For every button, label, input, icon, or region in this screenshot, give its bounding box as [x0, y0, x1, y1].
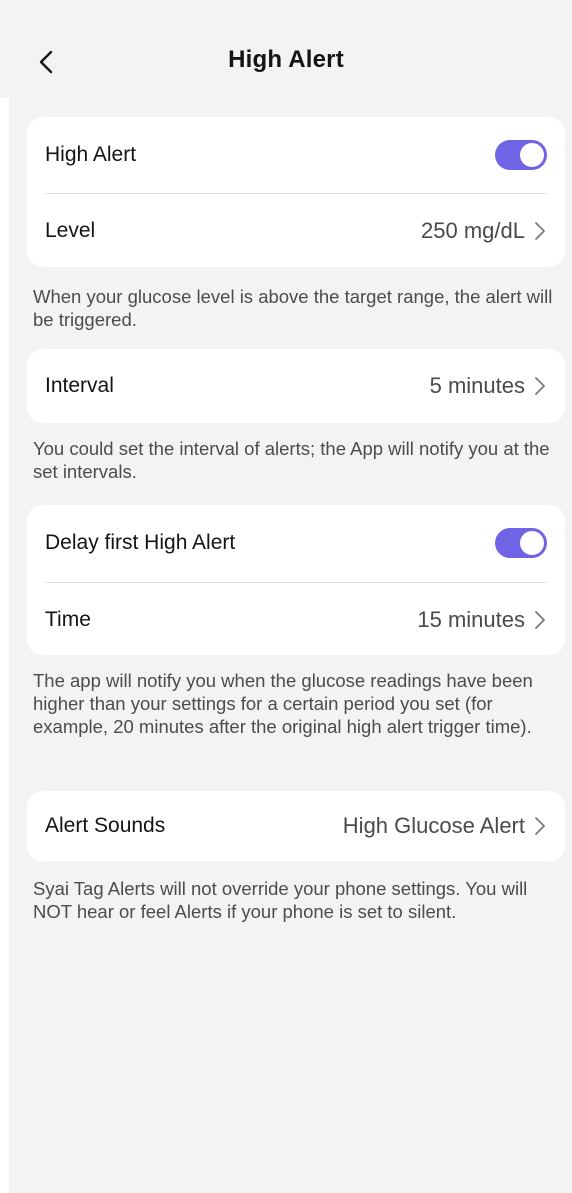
delay-toggle[interactable] [495, 528, 547, 558]
chevron-right-icon [533, 815, 547, 837]
interval-value: 5 minutes [429, 373, 525, 398]
interval-note: You could set the interval of alerts; th… [33, 438, 550, 482]
level-row[interactable]: Level 250 mg/dL [27, 193, 565, 269]
sounds-value: High Glucose Alert [342, 813, 525, 838]
header: High Alert [0, 0, 572, 98]
chevron-right-icon [533, 375, 547, 397]
level-label: Level [45, 219, 96, 242]
time-label: Time [45, 608, 91, 631]
interval-label: Interval [45, 374, 114, 397]
chevron-right-icon [533, 609, 547, 631]
delay-label: Delay first High Alert [45, 531, 236, 554]
page-title: High Alert [228, 46, 344, 73]
high-alert-note: When your glucose level is above the tar… [33, 286, 553, 330]
toggle-knob [520, 143, 544, 167]
toggle-knob [520, 531, 544, 555]
high-alert-label: High Alert [45, 143, 137, 166]
sounds-value-group: High Glucose Alert [343, 813, 547, 839]
time-value-group: 15 minutes [417, 607, 547, 633]
sounds-row[interactable]: Alert Sounds High Glucose Alert [27, 791, 565, 861]
time-value: 15 minutes [417, 607, 525, 632]
left-gutter [0, 0, 9, 1193]
delay-card: Delay first High Alert Time 15 minutes [27, 505, 565, 655]
screen: High Alert High Alert Level 250 mg/dL Wh… [0, 0, 572, 1193]
interval-value-group: 5 minutes [430, 373, 547, 399]
time-row[interactable]: Time 15 minutes [27, 582, 565, 658]
high-alert-toggle-row: High Alert [27, 117, 565, 193]
sounds-label: Alert Sounds [45, 814, 166, 837]
high-alert-toggle[interactable] [495, 140, 547, 170]
delay-note: The app will notify you when the glucose… [33, 670, 533, 737]
high-alert-card: High Alert Level 250 mg/dL [27, 117, 565, 267]
chevron-right-icon [533, 220, 547, 242]
level-value: 250 mg/dL [421, 218, 525, 243]
sounds-note: Syai Tag Alerts will not override your p… [33, 878, 528, 922]
interval-card: Interval 5 minutes [27, 349, 565, 423]
delay-toggle-row: Delay first High Alert [27, 505, 565, 581]
level-value-group: 250 mg/dL [421, 218, 547, 244]
interval-row[interactable]: Interval 5 minutes [27, 349, 565, 423]
sounds-card: Alert Sounds High Glucose Alert [27, 791, 565, 861]
